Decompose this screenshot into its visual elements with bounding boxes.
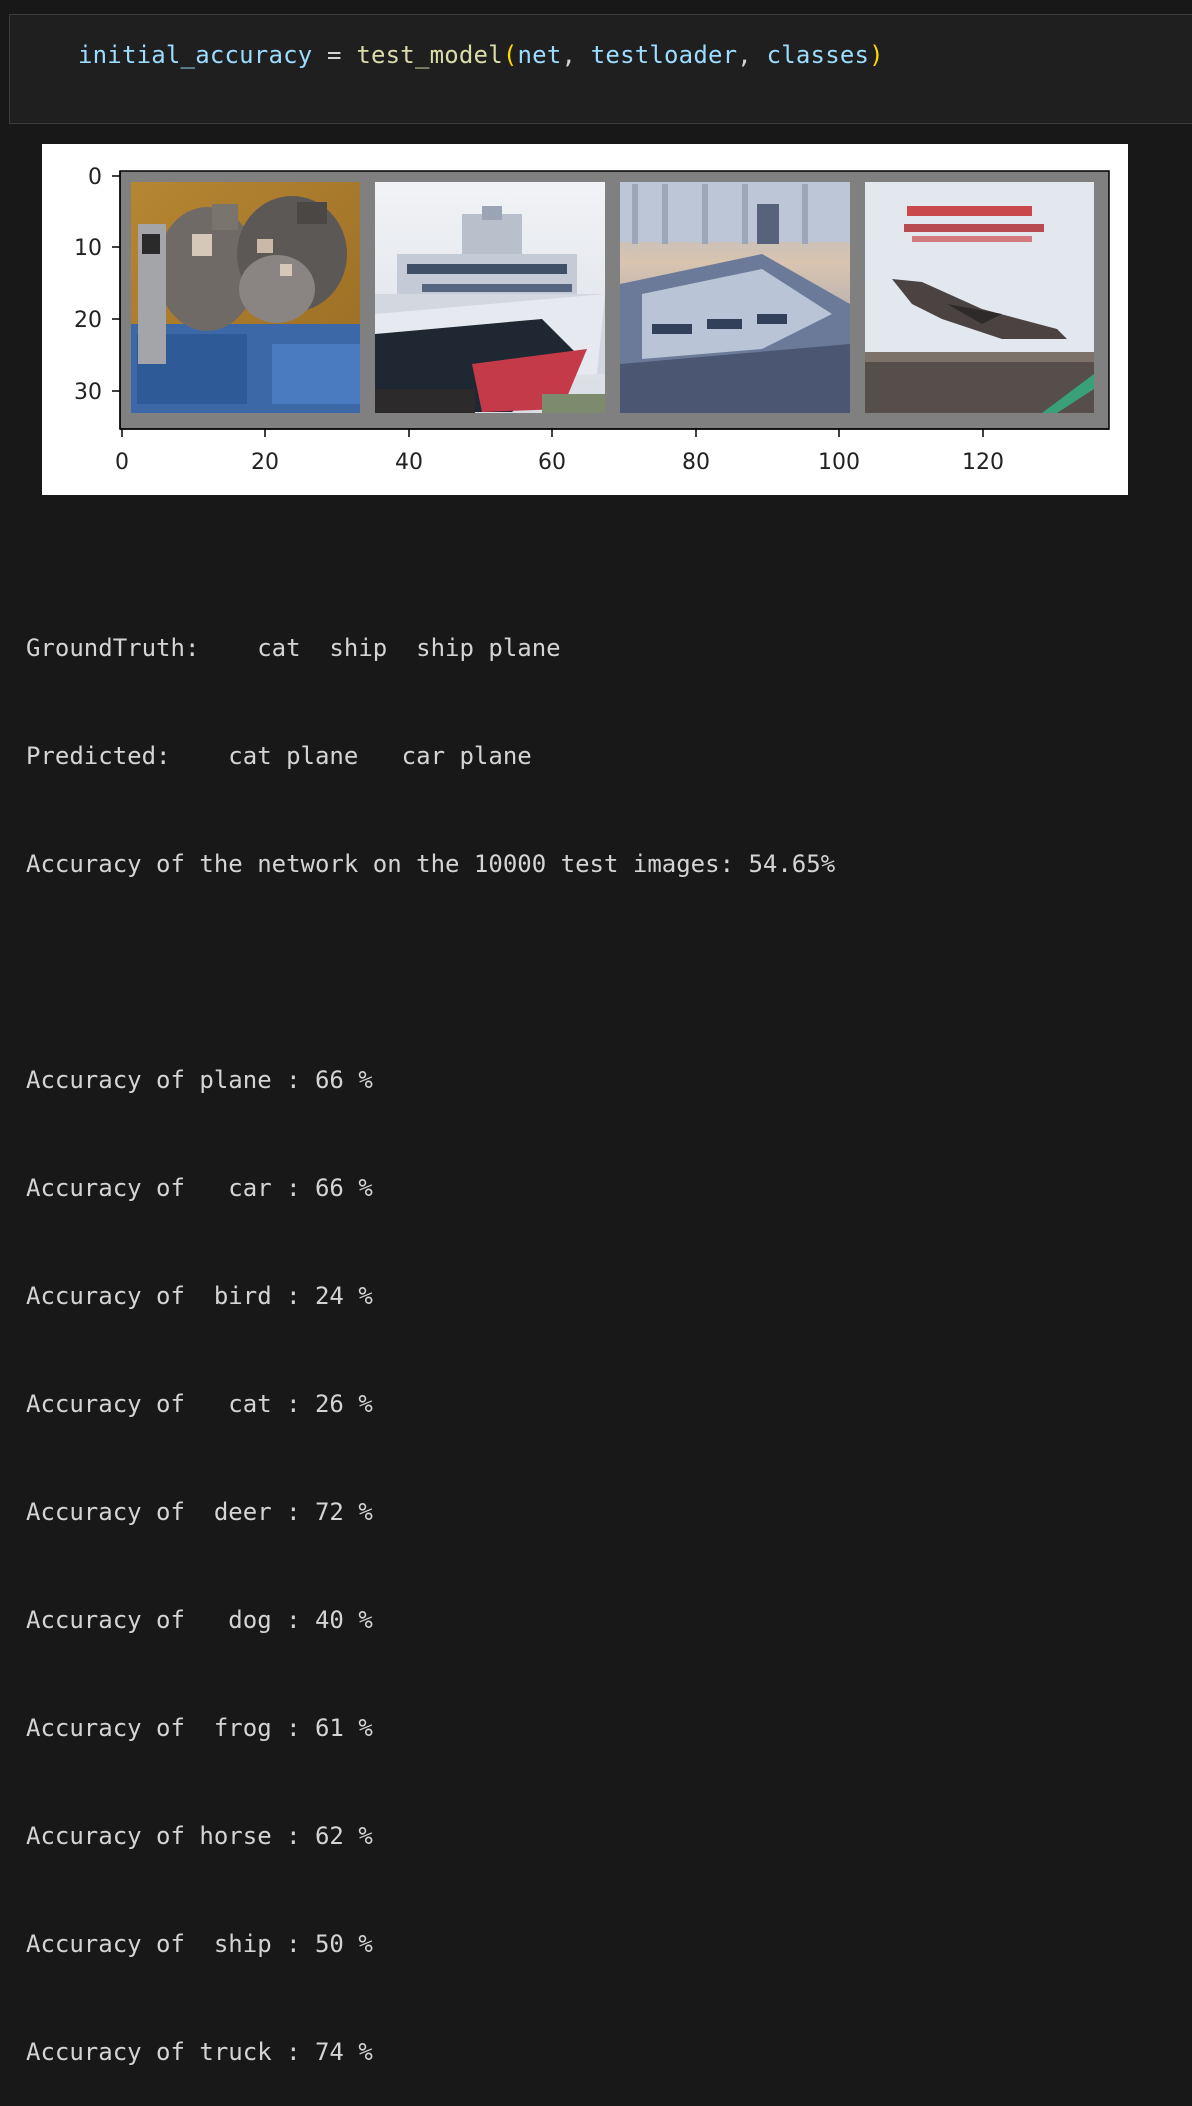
plane-image bbox=[865, 182, 1094, 413]
function-name: test_model bbox=[356, 41, 503, 69]
x-tick-label: 80 bbox=[682, 450, 710, 475]
class-accuracy-line: Accuracy of plane : 66 % bbox=[26, 1066, 373, 1094]
open-paren: ( bbox=[502, 41, 518, 69]
class-accuracy-line: Accuracy of truck : 74 % bbox=[26, 2038, 373, 2066]
arg-net: net bbox=[517, 41, 562, 69]
x-tick-label: 100 bbox=[818, 450, 860, 475]
class-accuracy-line: Accuracy of deer : 72 % bbox=[26, 1498, 373, 1526]
x-tick-label: 40 bbox=[395, 450, 423, 475]
arg-testloader: testloader bbox=[590, 41, 738, 69]
code-line[interactable]: initial_accuracy = test_model(net, testl… bbox=[78, 41, 884, 69]
class-accuracy-line: Accuracy of dog : 40 % bbox=[26, 1606, 373, 1634]
predicted-line: Predicted: cat plane car plane bbox=[26, 742, 532, 770]
y-tick-label: 10 bbox=[74, 236, 102, 261]
class-accuracy-line: Accuracy of horse : 62 % bbox=[26, 1822, 373, 1850]
y-axis: 0 10 20 30 bbox=[74, 165, 120, 405]
ground-truth-line: GroundTruth: cat ship ship plane bbox=[26, 634, 561, 662]
class-accuracy-line: Accuracy of ship : 50 % bbox=[26, 1930, 373, 1958]
overall-accuracy-line: Accuracy of the network on the 10000 tes… bbox=[26, 850, 836, 878]
y-tick-label: 30 bbox=[74, 380, 102, 405]
close-paren: ) bbox=[869, 41, 884, 69]
equals-operator: = bbox=[327, 41, 342, 69]
ship-image-2 bbox=[620, 182, 850, 413]
class-accuracy-line: Accuracy of frog : 61 % bbox=[26, 1714, 373, 1742]
x-axis: 0 20 40 60 80 100 120 bbox=[115, 429, 1004, 475]
arg-classes: classes bbox=[766, 41, 870, 69]
x-tick-label: 120 bbox=[962, 450, 1004, 475]
y-tick-label: 0 bbox=[88, 165, 102, 190]
x-tick-label: 20 bbox=[251, 450, 279, 475]
assign-variable: initial_accuracy bbox=[78, 41, 313, 69]
y-tick-label: 20 bbox=[74, 308, 102, 333]
class-accuracy-line: Accuracy of bird : 24 % bbox=[26, 1282, 373, 1310]
comma: , bbox=[561, 41, 591, 69]
ship-image-1 bbox=[375, 182, 605, 413]
comma: , bbox=[737, 41, 767, 69]
cell-output: GroundTruth: cat ship ship plane Predict… bbox=[26, 558, 835, 2106]
class-accuracy-line: Accuracy of cat : 26 % bbox=[26, 1390, 373, 1418]
cat-image bbox=[131, 182, 360, 413]
code-cell[interactable]: initial_accuracy = test_model(net, testl… bbox=[9, 14, 1192, 124]
class-accuracy-line: Accuracy of car : 66 % bbox=[26, 1174, 373, 1202]
cell-separator bbox=[0, 0, 1192, 14]
x-tick-label: 60 bbox=[538, 450, 566, 475]
plot-svg: 0 10 20 30 0 20 40 60 80 100 120 bbox=[74, 165, 1110, 475]
image-grid-plot: 0 10 20 30 0 20 40 60 80 100 120 bbox=[42, 144, 1128, 495]
x-tick-label: 0 bbox=[115, 450, 129, 475]
